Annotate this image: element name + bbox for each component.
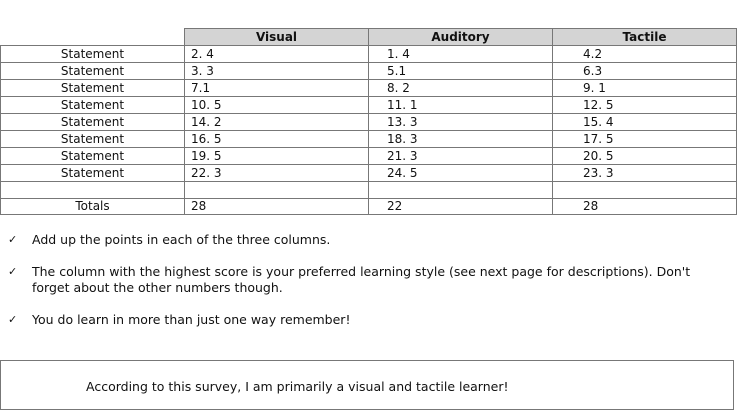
- auditory-cell: 18. 3: [368, 130, 553, 148]
- row-label: Statement: [0, 96, 185, 114]
- visual-cell: 2. 4: [184, 45, 369, 63]
- visual-cell: 7.1: [184, 79, 369, 97]
- summary-text: According to this survey, I am primarily…: [86, 379, 509, 394]
- auditory-total: 22: [368, 198, 553, 215]
- instruction-item: ✓ Add up the points in each of the three…: [0, 232, 730, 248]
- visual-cell: 16. 5: [184, 130, 369, 148]
- row-label: Statement: [0, 62, 185, 80]
- tactile-cell: 9. 1: [552, 79, 737, 97]
- header-blank-cell: [0, 28, 185, 46]
- header-visual: Visual: [184, 28, 369, 46]
- empty-cell: [0, 181, 185, 199]
- table-row: Statement 16. 5 18. 3 17. 5: [0, 130, 737, 148]
- auditory-cell: 1. 4: [368, 45, 553, 63]
- row-label: Statement: [0, 45, 185, 63]
- tactile-cell: 23. 3: [552, 164, 737, 182]
- tactile-cell: 12. 5: [552, 96, 737, 114]
- header-auditory: Auditory: [368, 28, 553, 46]
- tactile-cell: 4.2: [552, 45, 737, 63]
- table-row: Statement 10. 5 11. 1 12. 5: [0, 96, 737, 114]
- row-label: Statement: [0, 130, 185, 148]
- visual-total: 28: [184, 198, 369, 215]
- instructions-list: ✓ Add up the points in each of the three…: [0, 232, 730, 344]
- row-label: Statement: [0, 113, 185, 131]
- table-row: Statement 19. 5 21. 3 20. 5: [0, 147, 737, 165]
- header-row: Visual Auditory Tactile: [0, 28, 737, 46]
- empty-cell: [184, 181, 369, 199]
- tactile-cell: 17. 5: [552, 130, 737, 148]
- totals-row: Totals 28 22 28: [0, 198, 737, 215]
- tactile-cell: 15. 4: [552, 113, 737, 131]
- auditory-cell: 5.1: [368, 62, 553, 80]
- table-row: Statement 14. 2 13. 3 15. 4: [0, 113, 737, 131]
- instruction-text: Add up the points in each of the three c…: [32, 232, 331, 247]
- table-row: Statement 3. 3 5.1 6.3: [0, 62, 737, 80]
- checkmark-icon: ✓: [8, 313, 18, 326]
- checkmark-icon: ✓: [8, 233, 18, 246]
- tactile-cell: 6.3: [552, 62, 737, 80]
- header-tactile: Tactile: [552, 28, 737, 46]
- visual-cell: 10. 5: [184, 96, 369, 114]
- auditory-cell: 11. 1: [368, 96, 553, 114]
- visual-cell: 3. 3: [184, 62, 369, 80]
- empty-row: [0, 181, 737, 199]
- checkmark-icon: ✓: [8, 265, 18, 278]
- table-row: Statement 22. 3 24. 5 23. 3: [0, 164, 737, 182]
- row-label: Statement: [0, 147, 185, 165]
- instruction-text: You do learn in more than just one way r…: [32, 312, 351, 327]
- auditory-cell: 13. 3: [368, 113, 553, 131]
- visual-cell: 19. 5: [184, 147, 369, 165]
- instruction-item: ✓ The column with the highest score is y…: [0, 264, 730, 296]
- instruction-text: The column with the highest score is you…: [32, 264, 691, 295]
- tactile-total: 28: [552, 198, 737, 215]
- instruction-item: ✓ You do learn in more than just one way…: [0, 312, 730, 328]
- row-label: Statement: [0, 164, 185, 182]
- tactile-cell: 20. 5: [552, 147, 737, 165]
- empty-cell: [552, 181, 737, 199]
- scores-table: Visual Auditory Tactile Statement 2. 4 1…: [0, 28, 737, 215]
- visual-cell: 14. 2: [184, 113, 369, 131]
- visual-cell: 22. 3: [184, 164, 369, 182]
- row-label: Statement: [0, 79, 185, 97]
- empty-cell: [368, 181, 553, 199]
- auditory-cell: 8. 2: [368, 79, 553, 97]
- table-row: Statement 2. 4 1. 4 4.2: [0, 45, 737, 63]
- summary-box: According to this survey, I am primarily…: [0, 360, 734, 410]
- auditory-cell: 21. 3: [368, 147, 553, 165]
- table-row: Statement 7.1 8. 2 9. 1: [0, 79, 737, 97]
- auditory-cell: 24. 5: [368, 164, 553, 182]
- totals-label: Totals: [0, 198, 185, 215]
